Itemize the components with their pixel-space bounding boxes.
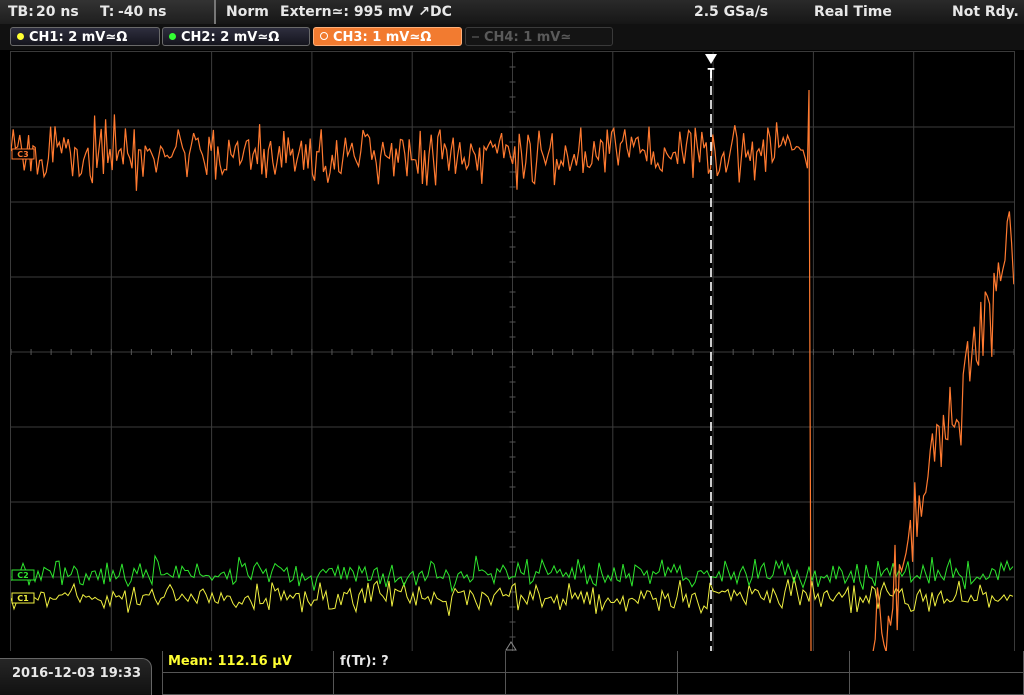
- trigger-frequency-measurement[interactable]: f(Tr): ?: [340, 654, 389, 669]
- status-bar: TB: 20 ns T: -40 ns Norm Extern≃: 995 mV…: [0, 0, 1024, 24]
- trigger-arrow-icon: [705, 54, 717, 64]
- trigger-offset-label: T:: [100, 4, 115, 20]
- trigger-marker-label: T: [707, 67, 715, 82]
- timebase-value: 20 ns: [36, 4, 79, 20]
- ch4-label: CH4: 1 mV≃: [484, 30, 572, 45]
- trigger-level-arrow-icon: [505, 641, 517, 651]
- ch2-marker-label: C2: [17, 571, 28, 580]
- footer-bar: 2016-12-03 19:33 Mean: 112.16 µV f(Tr): …: [0, 651, 1024, 695]
- ch4-dot-icon: [472, 36, 479, 38]
- waveform-screen[interactable]: T C3 C2 C1: [10, 51, 1015, 653]
- datetime-display: 2016-12-03 19:33: [0, 658, 152, 695]
- ch3-offset-marker[interactable]: C3: [11, 148, 35, 160]
- trigger-position-marker[interactable]: T: [705, 54, 717, 82]
- ch4-button[interactable]: CH4: 1 mV≃: [465, 27, 613, 46]
- waveform-display[interactable]: T C3 C2 C1: [10, 51, 1015, 653]
- acquisition-mode[interactable]: Real Time: [814, 2, 892, 22]
- ch2-button[interactable]: CH2: 2 mV≃Ω: [162, 27, 310, 46]
- measurement-panel[interactable]: Mean: 112.16 µV f(Tr): ?: [162, 651, 1024, 695]
- channel-bar: CH1: 2 mV≃Ω CH2: 2 mV≃Ω CH3: 1 mV≃Ω CH4:…: [0, 24, 1024, 50]
- mean-measurement[interactable]: Mean: 112.16 µV: [168, 654, 292, 669]
- trigger-status: Not Rdy.: [952, 4, 1019, 20]
- ch2-label: CH2: 2 mV≃Ω: [181, 30, 280, 45]
- sample-rate[interactable]: 2.5 GSa/s: [694, 2, 768, 22]
- ch3-dot-icon: [320, 32, 328, 40]
- timebase-panel[interactable]: TB: 20 ns T: -40 ns: [0, 0, 216, 24]
- ch3-button[interactable]: CH3: 1 mV≃Ω: [313, 27, 462, 46]
- ch2-dot-icon: [169, 33, 176, 40]
- datetime-text: 2016-12-03 19:33: [12, 666, 142, 681]
- ch2-offset-marker[interactable]: C2: [11, 569, 35, 581]
- trigger-offset-value: -40 ns: [118, 4, 167, 20]
- ch1-button[interactable]: CH1: 2 mV≃Ω: [10, 27, 160, 46]
- ch1-marker-label: C1: [17, 594, 29, 603]
- timebase-label: TB:: [8, 4, 34, 20]
- ch1-label: CH1: 2 mV≃Ω: [29, 30, 128, 45]
- trigger-mode[interactable]: Norm: [226, 2, 269, 22]
- ch1-offset-marker[interactable]: C1: [11, 592, 35, 604]
- ch1-dot-icon: [17, 33, 24, 40]
- trigger-source[interactable]: Extern≃: 995 mV ↗DC: [280, 2, 452, 22]
- ch3-marker-label: C3: [17, 150, 28, 159]
- ch3-label: CH3: 1 mV≃Ω: [333, 30, 432, 45]
- graticule: [10, 51, 1015, 653]
